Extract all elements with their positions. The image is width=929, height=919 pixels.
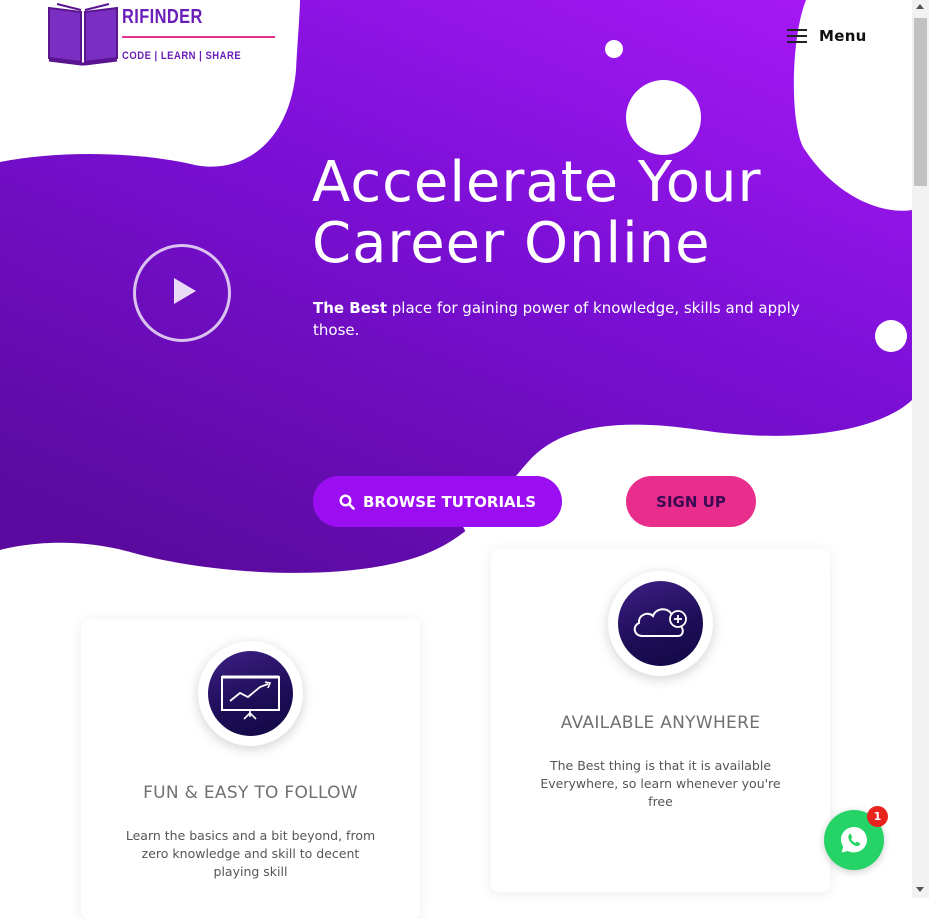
open-book-icon bbox=[48, 3, 118, 66]
decorative-circle bbox=[875, 320, 907, 352]
whatsapp-icon bbox=[841, 827, 867, 853]
browse-tutorials-button[interactable]: BROWSE TUTORIALS bbox=[313, 476, 562, 527]
sign-up-label: SIGN UP bbox=[656, 492, 726, 511]
feature-card: AVAILABLE ANYWHERE The Best thing is tha… bbox=[491, 549, 830, 892]
feature-card: FUN & EASY TO FOLLOW Learn the basics an… bbox=[81, 619, 420, 919]
decorative-circle bbox=[626, 80, 701, 155]
sign-up-button[interactable]: SIGN UP bbox=[626, 476, 756, 527]
search-icon bbox=[339, 493, 355, 510]
feature-description: The Best thing is that it is available E… bbox=[540, 758, 781, 809]
hamburger-icon bbox=[787, 28, 807, 44]
feature-icon-badge bbox=[608, 571, 713, 676]
scroll-down-arrow-icon[interactable] bbox=[916, 887, 924, 892]
feature-icon-badge bbox=[198, 641, 303, 746]
scroll-up-arrow-icon[interactable] bbox=[916, 4, 924, 9]
play-icon bbox=[174, 278, 196, 304]
menu-button[interactable]: Menu bbox=[787, 24, 867, 48]
notification-badge: 1 bbox=[867, 806, 888, 827]
brand-logo[interactable]: RIFINDER CODE | LEARN | SHARE bbox=[46, 2, 286, 68]
scrollbar-thumb[interactable] bbox=[914, 18, 927, 186]
feature-description: Learn the basics and a bit beyond, from … bbox=[125, 828, 376, 879]
scrollbar[interactable] bbox=[912, 0, 929, 898]
brand-divider bbox=[122, 36, 275, 38]
hero-title: Accelerate Your Career Online bbox=[312, 150, 762, 276]
menu-label: Menu bbox=[819, 27, 867, 45]
hero-subtitle-bold: The Best bbox=[313, 299, 388, 317]
feature-title: AVAILABLE ANYWHERE bbox=[560, 713, 761, 733]
presentation-chart-icon bbox=[221, 675, 280, 720]
hero-subtitle: The Best place for gaining power of know… bbox=[313, 297, 833, 341]
feature-title: FUN & EASY TO FOLLOW bbox=[143, 783, 358, 803]
decorative-circle bbox=[605, 40, 623, 58]
play-video-button[interactable] bbox=[133, 244, 231, 342]
browse-tutorials-label: BROWSE TUTORIALS bbox=[362, 492, 537, 511]
brand-name: RIFINDER bbox=[122, 6, 203, 28]
cloud-add-icon bbox=[633, 608, 687, 637]
brand-tagline: CODE | LEARN | SHARE bbox=[122, 50, 242, 62]
